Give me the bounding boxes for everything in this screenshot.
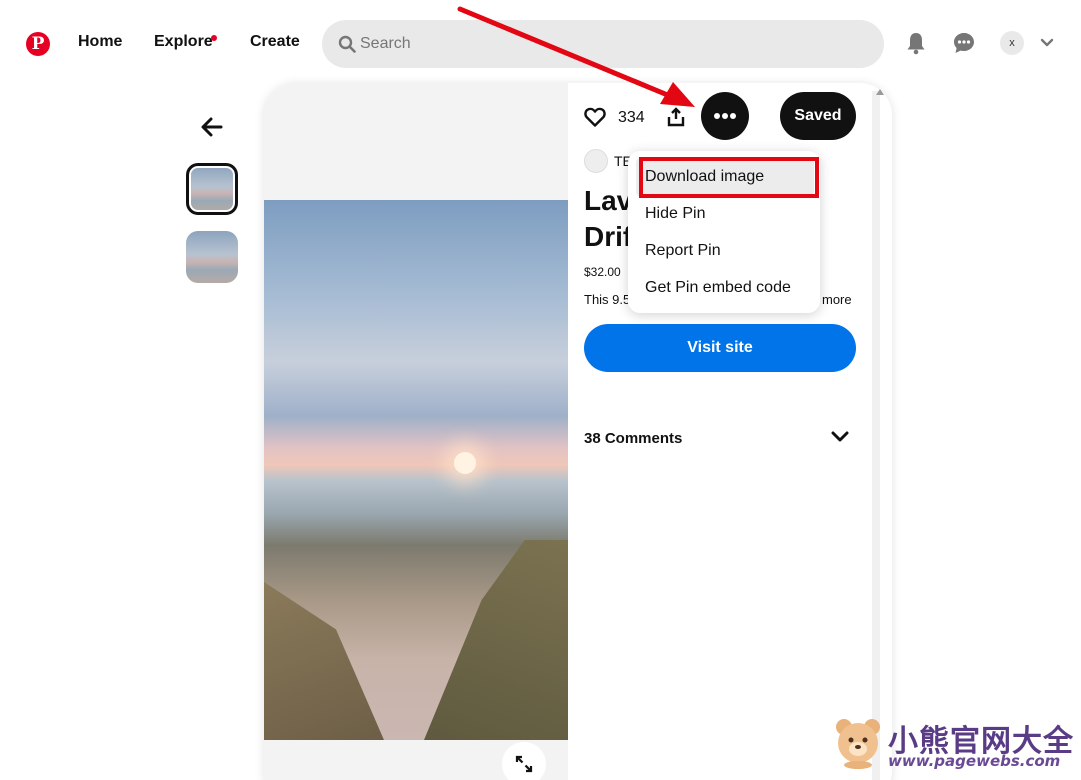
comments-header[interactable]: 38 Comments [584, 430, 682, 447]
back-arrow-icon[interactable] [200, 116, 224, 138]
share-icon[interactable] [666, 106, 686, 128]
reaction-count: 334 [618, 109, 645, 126]
account-chevron-down-icon[interactable] [1040, 37, 1054, 49]
expand-image-button[interactable] [502, 742, 546, 780]
menu-item-hide-pin[interactable]: Hide Pin [645, 205, 705, 223]
description-more-link[interactable]: more [822, 292, 852, 307]
heart-icon[interactable] [584, 107, 606, 127]
watermark-bear-logo-icon [836, 719, 880, 769]
nav-explore[interactable]: Explore [154, 33, 213, 51]
explore-notification-dot [211, 35, 217, 41]
top-navigation-bar: P Home Explore Create x [0, 0, 1081, 88]
search-icon [338, 35, 356, 53]
messages-chat-icon[interactable] [952, 31, 976, 55]
source-avatar[interactable] [584, 149, 608, 173]
nav-create[interactable]: Create [250, 33, 300, 51]
saved-button[interactable]: Saved [780, 92, 856, 140]
notifications-bell-icon[interactable] [904, 31, 928, 55]
expand-icon [515, 755, 533, 773]
pin-thumbnail[interactable] [186, 231, 238, 283]
search-input[interactable] [360, 20, 860, 68]
pin-image-beach-sunset[interactable] [264, 200, 568, 740]
scroll-up-arrow-icon[interactable] [876, 89, 884, 95]
sun [454, 452, 476, 474]
visit-site-button[interactable]: Visit site [584, 324, 856, 372]
menu-item-download-image[interactable]: Download image [645, 168, 764, 186]
nav-home[interactable]: Home [78, 33, 122, 51]
pin-title: Lav Drif [584, 185, 630, 252]
details-scrollbar[interactable] [872, 91, 880, 780]
menu-item-report-pin[interactable]: Report Pin [645, 242, 721, 260]
pin-description: This 9.5 [584, 292, 628, 307]
dune-right [424, 540, 568, 740]
menu-item-embed-code[interactable]: Get Pin embed code [645, 279, 791, 297]
more-options-button[interactable] [701, 92, 749, 140]
pin-price: $32.00 [584, 265, 621, 279]
user-avatar[interactable]: x [1000, 31, 1024, 55]
pin-thumbnail-selected[interactable] [186, 163, 238, 215]
watermark-url: www.pagewebs.com [888, 752, 1061, 770]
pin-image-area [264, 83, 568, 780]
dune-left [264, 582, 384, 740]
more-options-menu: Download image Hide Pin Report Pin Get P… [628, 151, 820, 313]
comments-chevron-down-icon[interactable] [831, 430, 849, 444]
pinterest-logo-icon[interactable]: P [26, 32, 50, 56]
search-bar[interactable] [322, 20, 884, 68]
